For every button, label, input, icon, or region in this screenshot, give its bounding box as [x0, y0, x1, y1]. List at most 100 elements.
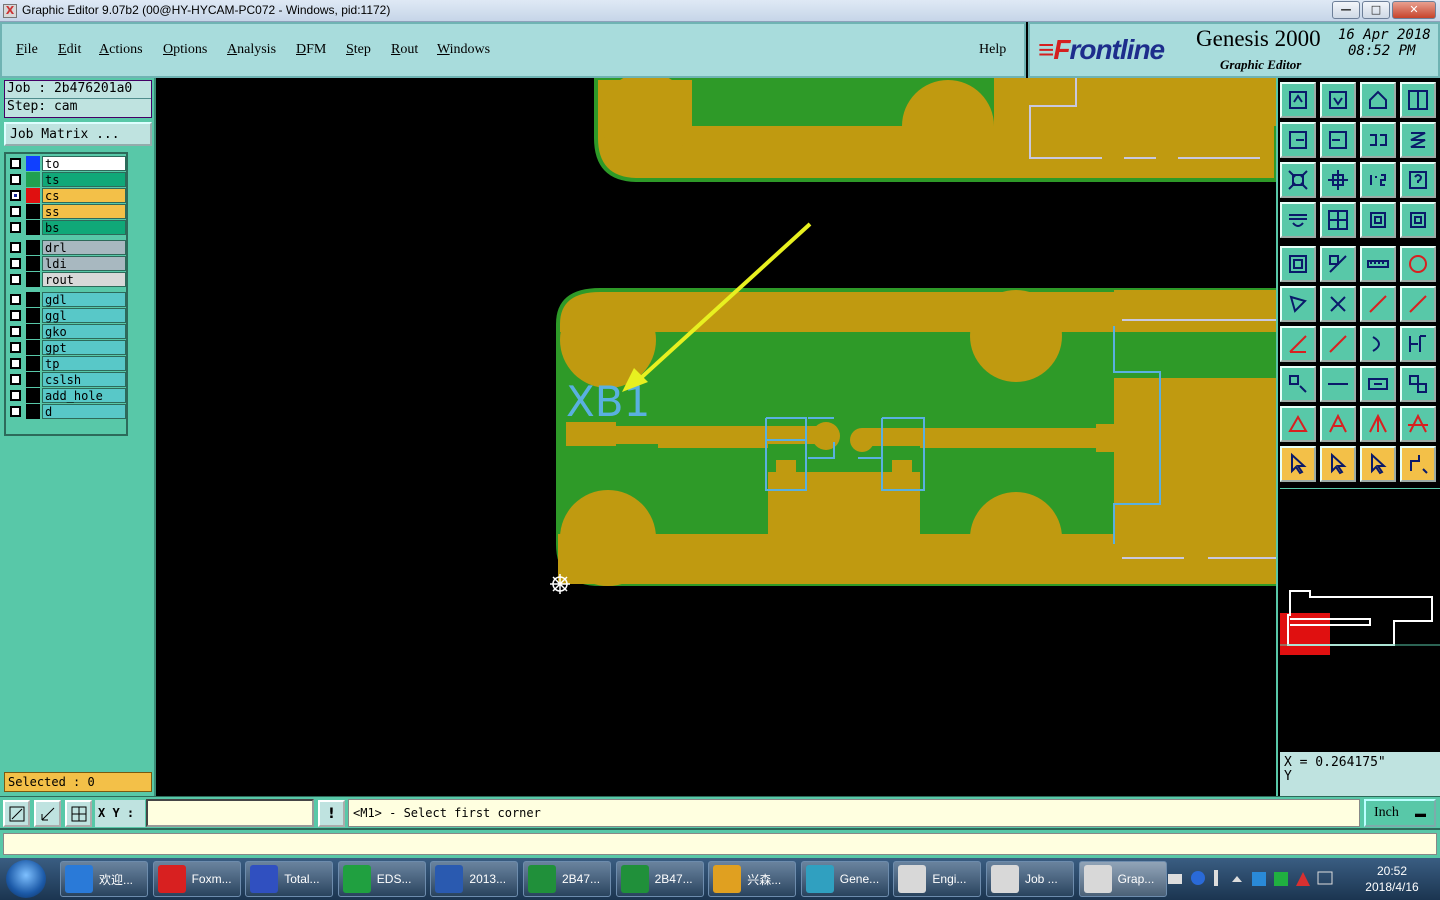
taskbar-button[interactable]: 兴森... — [708, 861, 797, 897]
route-icon[interactable] — [1400, 122, 1436, 158]
select-pad-icon[interactable] — [1280, 246, 1316, 282]
resize-icon[interactable] — [1320, 246, 1356, 282]
menu-step[interactable]: Step — [346, 42, 371, 58]
snap-on-icon[interactable] — [1360, 202, 1396, 238]
bottom-layer-icon[interactable] — [1320, 82, 1356, 118]
menu-analysis[interactable]: Analysis — [227, 42, 276, 58]
grid-snap-icon[interactable] — [65, 800, 92, 827]
layer-row-tp[interactable]: tp — [8, 356, 126, 371]
pointer-icon[interactable] — [1280, 446, 1316, 482]
taskbar-button[interactable]: 2B47... — [523, 861, 611, 897]
overview-map[interactable] — [1280, 488, 1440, 750]
layer-name[interactable]: d — [42, 404, 126, 419]
menu-file[interactable]: File — [16, 42, 38, 58]
layer-checkbox[interactable] — [10, 374, 21, 385]
layer-color-swatch[interactable] — [26, 188, 40, 203]
ruler-icon[interactable] — [1360, 246, 1396, 282]
rotate-icon[interactable] — [1360, 326, 1396, 362]
taskbar-button[interactable]: 2B47... — [615, 861, 704, 897]
layer-color-swatch[interactable] — [26, 340, 40, 355]
menu-help[interactable]: Help — [979, 42, 1006, 58]
arc-icon[interactable] — [1400, 286, 1436, 322]
layer-name[interactable]: to — [42, 156, 126, 171]
layer-checkbox[interactable] — [10, 294, 21, 305]
job-matrix-button[interactable]: Job Matrix ... — [4, 122, 152, 146]
panel-icon[interactable] — [1400, 82, 1436, 118]
layer-checkbox[interactable] — [10, 358, 21, 369]
menu-dfm[interactable]: DFM — [296, 42, 326, 58]
layer-row-bs[interactable]: bs — [8, 220, 126, 235]
align-icon[interactable] — [1360, 366, 1396, 402]
layer-name[interactable]: ggl — [42, 308, 126, 323]
menu-rout[interactable]: Rout — [391, 42, 418, 58]
layer-color-swatch[interactable] — [26, 324, 40, 339]
layer-color-swatch[interactable] — [26, 388, 40, 403]
layer-name[interactable]: rout — [42, 272, 126, 287]
swap-icon[interactable] — [1360, 122, 1396, 158]
lasso-icon[interactable] — [1360, 446, 1396, 482]
layer-row-add-hole[interactable]: add_hole — [8, 388, 126, 403]
layer-name[interactable]: ss — [42, 204, 126, 219]
layer-row-d[interactable]: d — [8, 404, 126, 419]
maximize-icon[interactable]: □ — [1362, 1, 1390, 19]
layer-row-ggl[interactable]: ggl — [8, 308, 126, 323]
draw-line-icon[interactable] — [1320, 326, 1356, 362]
home-icon[interactable] — [1360, 82, 1396, 118]
flip-icon[interactable] — [1400, 326, 1436, 362]
start-button[interactable] — [6, 860, 46, 898]
layer-color-swatch[interactable] — [26, 256, 40, 271]
layer-row-gko[interactable]: gko — [8, 324, 126, 339]
settings-icon[interactable] — [1280, 202, 1316, 238]
layer-row-ss[interactable]: ss — [8, 204, 126, 219]
layer-checkbox[interactable] — [10, 310, 21, 321]
layer-checkbox[interactable] — [10, 390, 21, 401]
center-icon[interactable] — [1320, 162, 1356, 198]
layer-checkbox[interactable] — [10, 326, 21, 337]
layer-row-ts[interactable]: ts — [8, 172, 126, 187]
layer-color-swatch[interactable] — [26, 240, 40, 255]
layer-name[interactable]: drl — [42, 240, 126, 255]
layer-checkbox[interactable] — [10, 242, 21, 253]
net-icon[interactable] — [1280, 286, 1316, 322]
layer-row-cslsh[interactable]: cslsh — [8, 372, 126, 387]
layer-name[interactable]: add_hole — [42, 388, 126, 403]
taskbar-button[interactable]: 欢迎... — [60, 861, 148, 897]
layer-color-swatch[interactable] — [26, 156, 40, 171]
layer-checkbox[interactable] — [10, 342, 21, 353]
layer-color-swatch[interactable] — [26, 204, 40, 219]
layer-checkbox[interactable] — [10, 258, 21, 269]
move-icon[interactable] — [1280, 366, 1316, 402]
layer-checkbox[interactable] — [10, 406, 21, 417]
measure-icon[interactable] — [34, 800, 61, 827]
peak-icon[interactable] — [1320, 406, 1356, 442]
menu-edit[interactable]: Edit — [58, 42, 81, 58]
connect-icon[interactable] — [1400, 446, 1436, 482]
layer-name[interactable]: gdl — [42, 292, 126, 307]
taskbar-button[interactable]: Job ... — [986, 861, 1074, 897]
layer-row-to[interactable]: to — [8, 156, 126, 171]
triangle-icon[interactable] — [1280, 406, 1316, 442]
split-icon[interactable] — [1320, 366, 1356, 402]
alert-button[interactable]: ! — [318, 800, 345, 827]
layer-color-swatch[interactable] — [26, 220, 40, 235]
layer-row-rout[interactable]: rout — [8, 272, 126, 287]
angle-icon[interactable] — [1280, 326, 1316, 362]
layer-name[interactable]: ts — [42, 172, 126, 187]
layer-name[interactable]: bs — [42, 220, 126, 235]
unit-selector[interactable]: Inch ▬ — [1364, 799, 1436, 827]
layer-color-swatch[interactable] — [26, 172, 40, 187]
close-icon[interactable]: ✕ — [1392, 1, 1436, 19]
layer-color-swatch[interactable] — [26, 308, 40, 323]
taskbar-button[interactable]: 2013... — [430, 861, 519, 897]
layer-checkbox[interactable] — [10, 274, 21, 285]
layer-name[interactable]: gko — [42, 324, 126, 339]
taskbar-clock[interactable]: 20:52 2018/4/16 — [1350, 863, 1434, 895]
line-icon[interactable] — [1360, 286, 1396, 322]
grid-icon[interactable] — [1320, 202, 1356, 238]
fill-icon[interactable] — [1400, 246, 1436, 282]
layer-row-drl[interactable]: drl — [8, 240, 126, 255]
taskbar-button[interactable]: Foxm... — [152, 861, 241, 897]
layer-color-swatch[interactable] — [26, 272, 40, 287]
snap-off-icon[interactable] — [1400, 202, 1436, 238]
layer-checkbox[interactable] — [10, 190, 21, 201]
